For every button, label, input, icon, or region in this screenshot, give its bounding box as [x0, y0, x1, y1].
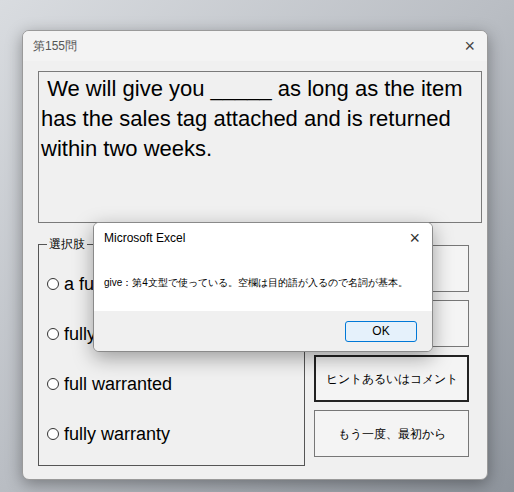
question-box: We will give you _____ as long as the it… — [38, 71, 482, 223]
desktop: 第155問 × We will give you _____ as long as… — [0, 0, 514, 492]
message-body: give：第4文型で使っている。空欄は目的語が入るので名詞が基本。 — [94, 253, 432, 311]
ok-button[interactable]: OK — [345, 321, 417, 342]
message-close-button[interactable]: × — [405, 229, 424, 247]
choice-option[interactable]: full warranted — [47, 359, 296, 409]
radio-icon[interactable] — [47, 328, 59, 340]
message-title-bar: Microsoft Excel × — [94, 223, 432, 253]
close-button[interactable]: × — [460, 37, 479, 55]
choice-label: a fu — [64, 271, 94, 298]
question-text: We will give you _____ as long as the it… — [41, 76, 463, 161]
message-footer: OK — [94, 311, 432, 351]
choice-label: fully — [64, 321, 96, 348]
radio-icon[interactable] — [47, 378, 59, 390]
action-button[interactable]: もう一度、最初から — [314, 410, 469, 457]
choice-label: full warranted — [64, 371, 172, 398]
choices-label: 選択肢 — [47, 235, 87, 253]
radio-icon[interactable] — [47, 278, 59, 290]
choice-option[interactable]: fully warranty — [47, 409, 296, 459]
action-button[interactable]: ヒントあるいはコメント — [314, 355, 469, 402]
window-title: 第155問 — [33, 37, 77, 55]
message-text: give：第4文型で使っている。空欄は目的語が入るので名詞が基本。 — [104, 275, 408, 290]
message-title: Microsoft Excel — [104, 229, 185, 247]
radio-icon[interactable] — [47, 428, 59, 440]
message-box: Microsoft Excel × give：第4文型で使っている。空欄は目的語が入… — [93, 222, 433, 352]
title-bar: 第155問 × — [23, 31, 487, 61]
choice-label: fully warranty — [64, 421, 170, 448]
